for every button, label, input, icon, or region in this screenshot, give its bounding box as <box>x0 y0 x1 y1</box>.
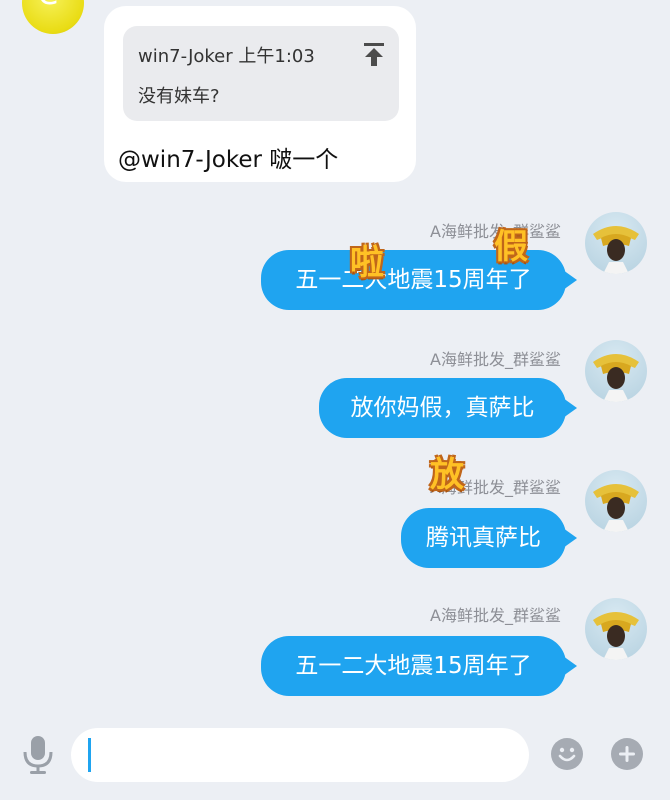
microphone-icon[interactable] <box>20 734 56 774</box>
bubble-tail <box>563 398 577 418</box>
text-cursor <box>88 738 91 772</box>
outgoing-message-bubble[interactable]: 五一二大地震15周年了 <box>261 636 566 696</box>
quoted-time: 上午1:03 <box>238 46 315 67</box>
sticker-text: 啦 <box>350 243 384 283</box>
outgoing-message-bubble[interactable]: 腾讯真萨比 <box>401 508 566 568</box>
plus-icon[interactable] <box>611 738 643 770</box>
outgoing-message-bubble[interactable]: 放你妈假，真萨比 <box>319 378 566 438</box>
masked-character-avatar-icon <box>593 484 639 532</box>
message-input[interactable] <box>71 728 529 782</box>
masked-character-avatar-icon <box>593 226 639 274</box>
jump-to-top-icon[interactable] <box>360 40 388 68</box>
smiley-icon[interactable] <box>551 738 583 770</box>
incoming-message-text: @win7-Joker 啵一个 <box>118 147 339 173</box>
quoted-message-header: win7-Joker 上午1:03 <box>138 42 315 68</box>
avatar-logo-icon: e <box>38 0 59 10</box>
user-avatar[interactable] <box>585 470 647 532</box>
quoted-text: 没有妹车? <box>138 86 220 107</box>
message-text: 腾讯真萨比 <box>426 525 541 551</box>
user-avatar[interactable] <box>585 340 647 402</box>
sticker-text: 假 <box>494 227 528 267</box>
sender-nickname: A海鲜批发_群鲨鲨 <box>430 478 561 497</box>
bubble-tail <box>563 528 577 548</box>
quoted-author: win7-Joker <box>138 46 233 67</box>
sender-avatar[interactable]: e <box>22 0 84 34</box>
user-avatar[interactable] <box>585 212 647 274</box>
sender-nickname: A海鲜批发_群鲨鲨 <box>430 222 561 241</box>
sender-nickname: A海鲜批发_群鲨鲨 <box>430 350 561 369</box>
message-text: 五一二大地震15周年了 <box>295 653 532 679</box>
sticker-text: 放 <box>430 455 464 495</box>
masked-character-avatar-icon <box>593 354 639 402</box>
bubble-tail <box>563 656 577 676</box>
masked-character-avatar-icon <box>593 612 639 660</box>
bubble-tail <box>563 270 577 290</box>
message-text: 五一二大地震15周年了 <box>295 267 532 293</box>
user-avatar[interactable] <box>585 598 647 660</box>
message-text: 放你妈假，真萨比 <box>350 395 535 421</box>
sender-nickname: A海鲜批发_群鲨鲨 <box>430 606 561 625</box>
